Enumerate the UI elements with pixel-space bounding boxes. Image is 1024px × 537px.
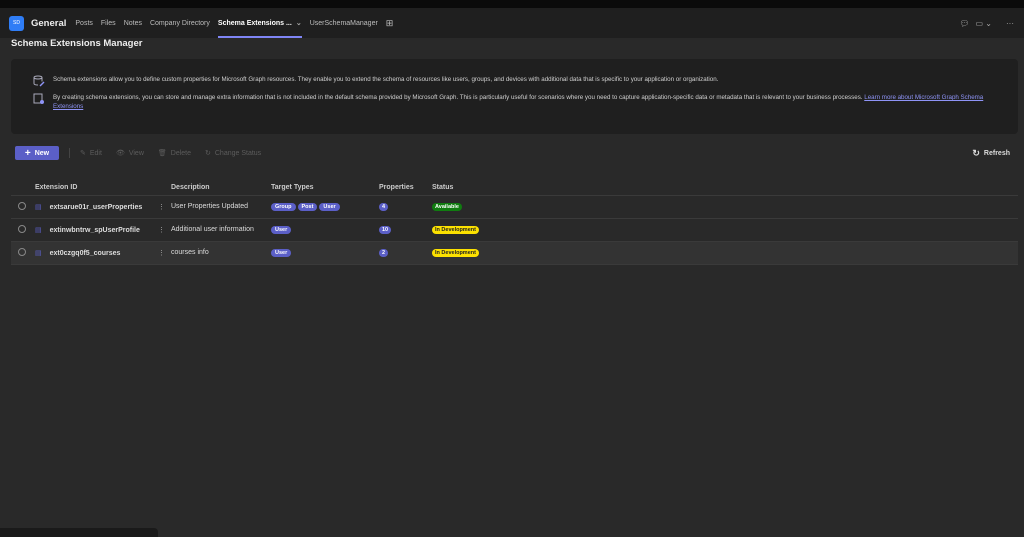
refresh-label: Refresh (983, 149, 1010, 157)
status-badge: In Development (432, 226, 479, 234)
row-select-radio[interactable] (18, 201, 26, 210)
properties-count: 10 (379, 226, 392, 234)
target-type-badge: Post (297, 203, 318, 211)
info-text-1: Schema extensions allow you to define cu… (53, 76, 719, 83)
database-icon (33, 75, 45, 87)
col-properties[interactable]: Properties (379, 181, 432, 196)
tab-user-schema-manager[interactable]: UserSchemaManager (310, 8, 378, 38)
tab-posts[interactable]: Posts (75, 8, 93, 38)
row-select-radio[interactable] (18, 247, 26, 256)
info-panel: Schema extensions allow you to define cu… (11, 59, 1018, 134)
tab-schema-extensions[interactable]: Schema Extensions ... ⌄ (217, 8, 302, 38)
pencil-icon: ✎ (80, 150, 86, 157)
document-icon: ▤ (35, 249, 42, 257)
channel-header: SD General Posts Files Notes Company Dir… (0, 8, 1024, 38)
plus-icon: + (24, 147, 31, 159)
extension-id[interactable]: ext0czgq0f5_courses (50, 250, 121, 257)
status-badge: Available (432, 203, 462, 211)
change-status-button[interactable]: ↻ Change Status (205, 149, 262, 158)
team-avatar: SD (9, 15, 24, 31)
more-actions-icon[interactable]: ⋮ (158, 203, 165, 211)
chat-icon[interactable]: 💬︎ (959, 19, 969, 28)
view-label: View (128, 149, 144, 157)
description: Additional user information (171, 218, 271, 242)
tab-company-directory[interactable]: Company Directory (150, 8, 210, 38)
target-type-badge: User (319, 203, 340, 211)
divider (69, 148, 70, 158)
page-title: Schema Extensions Manager (11, 38, 143, 49)
target-type-badge: User (271, 249, 292, 257)
extension-id[interactable]: extinwbntrw_spUserProfile (50, 227, 140, 234)
table-row[interactable]: ▤ extsarue01r_userProperties ⋮ User Proper… (11, 195, 1018, 219)
target-type-badge: User (271, 226, 292, 234)
properties-count: 2 (379, 249, 389, 257)
document-icon: ▤ (35, 226, 42, 234)
info-text-2: By creating schema extensions, you can s… (53, 94, 863, 101)
more-options-icon[interactable]: ··· (1006, 19, 1014, 28)
edit-label: Edit (89, 149, 102, 157)
description: User Properties Updated (171, 195, 271, 219)
add-tab-icon[interactable]: ⊞ (386, 8, 394, 38)
video-call-icon[interactable]: ▭ ⌄ (976, 19, 992, 28)
properties-count: 4 (379, 203, 389, 211)
col-status[interactable]: Status (432, 181, 1018, 196)
trash-icon: 🗑︎ (157, 150, 167, 157)
table-row[interactable]: ▤ extinwbntrw_spUserProfile ⋮ Additional u… (11, 218, 1018, 242)
row-select-radio[interactable] (18, 224, 26, 233)
delete-button[interactable]: 🗑︎ Delete (157, 149, 191, 158)
extensions-table: Extension ID Description Target Types Pr… (11, 181, 1018, 265)
more-actions-icon[interactable]: ⋮ (158, 226, 165, 234)
toolbar: + New ✎ Edit 👁︎ View 🗑︎ Delete ↻ Change Statu… (15, 146, 1010, 160)
channel-name: General (31, 17, 67, 29)
view-button[interactable]: 👁︎ View (115, 149, 144, 158)
extension-id[interactable]: extsarue01r_userProperties (50, 204, 143, 211)
new-label: New (34, 149, 50, 157)
col-description[interactable]: Description (171, 181, 271, 196)
description: courses info (171, 241, 271, 265)
status-tooltip (0, 528, 158, 537)
tab-notes[interactable]: Notes (124, 8, 142, 38)
title-bar (0, 0, 1024, 8)
delete-label: Delete (170, 149, 191, 157)
tab-label: Schema Extensions ... (217, 19, 292, 27)
status-badge: In Development (432, 249, 479, 257)
settings-chart-icon (33, 93, 44, 104)
change-status-label: Change Status (214, 149, 262, 157)
chevron-down-icon: ⌄ (295, 20, 302, 27)
document-icon: ▤ (35, 203, 42, 211)
col-target-types[interactable]: Target Types (271, 181, 379, 196)
table-row[interactable]: ▤ ext0czgq0f5_courses ⋮ courses info User … (11, 241, 1018, 265)
refresh-icon: ↻ (972, 147, 980, 158)
target-type-badge: Group (271, 203, 296, 211)
col-extension-id[interactable]: Extension ID (35, 184, 77, 191)
eye-icon: 👁︎ (115, 150, 125, 157)
more-actions-icon[interactable]: ⋮ (158, 249, 165, 257)
refresh-button[interactable]: ↻ Refresh (972, 148, 1010, 159)
tab-files[interactable]: Files (101, 8, 116, 38)
new-button[interactable]: + New (15, 146, 59, 160)
edit-button[interactable]: ✎ Edit (80, 149, 102, 158)
sync-icon: ↻ (205, 150, 211, 157)
